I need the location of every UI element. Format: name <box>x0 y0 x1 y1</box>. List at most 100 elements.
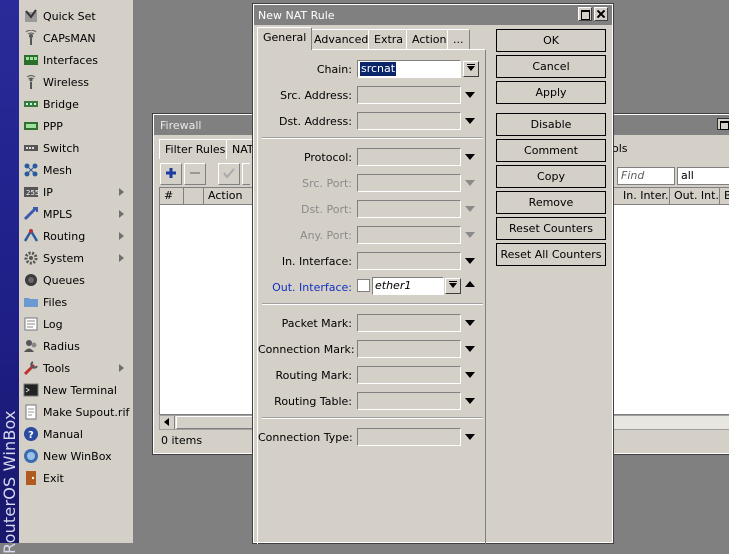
dst-address-input[interactable] <box>357 112 461 130</box>
scroll-thumb[interactable] <box>176 416 256 429</box>
tab-general[interactable]: General <box>257 27 313 50</box>
routing-mark-input[interactable] <box>357 366 461 384</box>
separator <box>262 303 483 305</box>
menu-item-quick-set[interactable]: Quick Set <box>19 5 134 27</box>
src-address-label: Src. Address: <box>280 89 352 102</box>
menu-item-interfaces[interactable]: Interfaces <box>19 49 134 71</box>
menu-item-log[interactable]: Log <box>19 313 134 335</box>
tab-more[interactable]: ... <box>447 29 470 49</box>
tab-filter-rules[interactable]: Filter Rules <box>159 139 232 159</box>
menu-item-bridge[interactable]: Bridge <box>19 93 134 115</box>
packet-mark-input[interactable] <box>357 314 461 332</box>
reset-all-counters-button[interactable]: Reset All Counters <box>496 243 606 266</box>
manual-icon: ? <box>23 426 39 442</box>
disable-button[interactable]: Disable <box>496 113 606 136</box>
column-header-in-interface[interactable]: In. Inter... <box>619 188 670 205</box>
menu-item-mpls[interactable]: MPLS <box>19 203 134 225</box>
any-port-dropdown-icon[interactable] <box>465 232 475 238</box>
column-header-out-interface[interactable]: Out. Int... <box>670 188 720 205</box>
reset-counters-button[interactable]: Reset Counters <box>496 217 606 240</box>
menu-label: MPLS <box>43 207 73 221</box>
menu-item-new-winbox[interactable]: New WinBox <box>19 445 134 467</box>
separator <box>262 417 483 419</box>
remove-button[interactable] <box>184 163 206 185</box>
menu-item-files[interactable]: Files <box>19 291 134 313</box>
minus-icon <box>189 167 201 182</box>
menu-item-ppp[interactable]: PPP <box>19 115 134 137</box>
out-interface-negate-checkbox[interactable] <box>357 279 370 292</box>
add-button[interactable] <box>160 163 182 185</box>
out-interface-dropdown-button[interactable] <box>445 278 461 294</box>
scroll-left-icon[interactable] <box>160 416 175 429</box>
out-interface-select[interactable]: ether1 <box>372 277 444 295</box>
menu-item-switch[interactable]: Switch <box>19 137 134 159</box>
protocol-input[interactable] <box>357 148 461 166</box>
enable-button[interactable] <box>218 163 240 185</box>
menu-item-ip[interactable]: 255 IP <box>19 181 134 203</box>
svg-text:?: ? <box>28 430 34 441</box>
close-icon[interactable] <box>594 7 608 21</box>
src-port-input[interactable] <box>357 174 461 192</box>
column-header-bytes[interactable]: B <box>720 188 729 205</box>
chain-select[interactable]: srcnat <box>357 60 461 78</box>
chain-dropdown-button[interactable] <box>463 61 479 77</box>
tab-action[interactable]: Action <box>406 29 453 49</box>
maximize-icon[interactable] <box>578 7 592 21</box>
dst-port-dropdown-icon[interactable] <box>465 206 475 212</box>
switch-icon <box>23 140 39 156</box>
tab-extra[interactable]: Extra <box>368 29 410 49</box>
comment-button[interactable]: Comment <box>496 139 606 162</box>
column-header-number[interactable]: # <box>160 188 184 205</box>
cancel-button[interactable]: Cancel <box>496 55 606 78</box>
connection-mark-input[interactable] <box>357 340 461 358</box>
menu-label: Files <box>43 295 68 309</box>
dst-port-input[interactable] <box>357 200 461 218</box>
menu-item-exit[interactable]: Exit <box>19 467 134 489</box>
apply-button[interactable]: Apply <box>496 81 606 104</box>
menu-item-tools[interactable]: Tools <box>19 357 134 379</box>
menu-item-new-terminal[interactable]: New Terminal <box>19 379 134 401</box>
filter-select[interactable]: all <box>677 167 729 185</box>
menu-item-routing[interactable]: Routing <box>19 225 134 247</box>
main-menu: Quick Set CAPsMAN Interfaces Wireless Br… <box>19 0 134 543</box>
ok-button[interactable]: OK <box>496 29 606 52</box>
dst-address-dropdown-icon[interactable] <box>465 118 475 124</box>
remove-button[interactable]: Remove <box>496 191 606 214</box>
routing-table-input[interactable] <box>357 392 461 410</box>
src-address-dropdown-icon[interactable] <box>465 92 475 98</box>
routing-mark-dropdown-icon[interactable] <box>465 372 475 378</box>
src-address-input[interactable] <box>357 86 461 104</box>
copy-button[interactable]: Copy <box>496 165 606 188</box>
in-interface-dropdown-icon[interactable] <box>465 258 475 264</box>
protocol-dropdown-icon[interactable] <box>465 154 475 160</box>
connection-type-input[interactable] <box>357 428 461 446</box>
menu-item-system[interactable]: System <box>19 247 134 269</box>
maximize-icon[interactable] <box>717 118 729 130</box>
tools-icon <box>23 360 39 376</box>
general-panel: Chain: srcnat Src. Address: Dst. Address… <box>257 49 486 544</box>
in-interface-input[interactable] <box>357 252 461 270</box>
collapse-up-icon[interactable] <box>465 281 475 287</box>
menu-item-manual[interactable]: ? Manual <box>19 423 134 445</box>
menu-item-make-supout[interactable]: Make Supout.rif <box>19 401 134 423</box>
menu-item-wireless[interactable]: Wireless <box>19 71 134 93</box>
src-port-dropdown-icon[interactable] <box>465 180 475 186</box>
column-header-blank[interactable] <box>184 188 204 205</box>
connection-type-dropdown-icon[interactable] <box>465 434 475 440</box>
find-input[interactable]: Find <box>617 167 675 185</box>
menu-label: Quick Set <box>43 9 96 23</box>
terminal-icon <box>23 382 39 398</box>
routing-table-dropdown-icon[interactable] <box>465 398 475 404</box>
column-header-action[interactable]: Action <box>204 188 254 205</box>
connection-mark-dropdown-icon[interactable] <box>465 346 475 352</box>
menu-label: IP <box>43 185 53 199</box>
menu-item-mesh[interactable]: Mesh <box>19 159 134 181</box>
tab-advanced[interactable]: Advanced <box>308 29 375 49</box>
nat-titlebar[interactable]: New NAT Rule <box>254 5 612 25</box>
disable-button[interactable] <box>242 163 250 185</box>
menu-item-queues[interactable]: Queues <box>19 269 134 291</box>
packet-mark-dropdown-icon[interactable] <box>465 320 475 326</box>
menu-item-radius[interactable]: Radius <box>19 335 134 357</box>
any-port-input[interactable] <box>357 226 461 244</box>
menu-item-capsman[interactable]: CAPsMAN <box>19 27 134 49</box>
